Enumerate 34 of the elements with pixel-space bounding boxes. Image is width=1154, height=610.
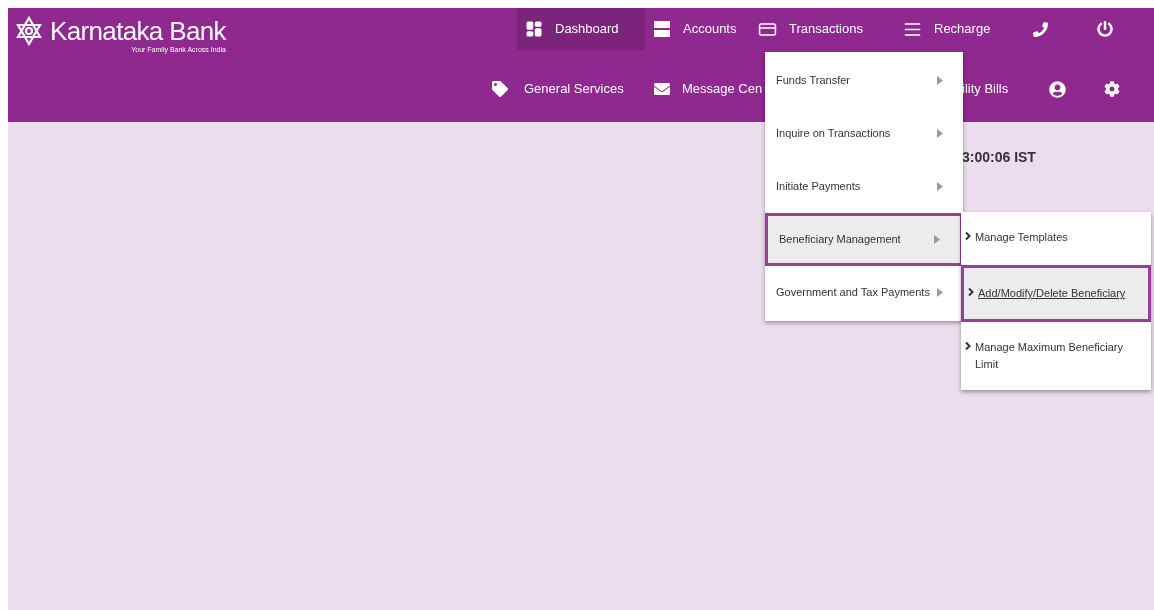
nav-tab[interactable]: Recharge — [895, 8, 1005, 50]
phone-icon — [1032, 21, 1048, 37]
caret-icon — [937, 182, 943, 191]
menu-item[interactable]: Initiate Payments — [765, 160, 963, 213]
bank-name: Karnataka Bank — [50, 16, 226, 46]
nav-tab[interactable]: Transactions — [750, 8, 895, 50]
caret-icon — [937, 129, 943, 138]
nav-link[interactable]: ility Bills — [962, 79, 1032, 99]
star-logo-icon — [16, 16, 42, 46]
menu-item[interactable]: Funds Transfer — [765, 54, 963, 107]
nav-link[interactable]: Message Cen — [654, 79, 765, 99]
caret-icon — [937, 288, 943, 297]
dashboard-icon — [525, 20, 543, 38]
submenu-item[interactable]: Manage Templates — [961, 212, 1151, 265]
chevron-icon — [968, 288, 974, 296]
stacked-panels-icon — [653, 20, 671, 38]
chevron-icon — [965, 232, 971, 240]
menu-item[interactable]: Beneficiary Management — [765, 213, 963, 266]
menu-item[interactable]: Government and Tax Payments — [765, 266, 963, 319]
nav-tab[interactable]: Dashboard — [517, 8, 645, 50]
caret-icon — [937, 76, 943, 85]
settings-icon — [1104, 81, 1120, 97]
power-icon — [1097, 21, 1113, 37]
submenu-item[interactable]: Add/Modify/Delete Beneficiary — [961, 265, 1151, 322]
caret-icon — [934, 235, 940, 244]
clock-text: 3:00:06 IST — [962, 148, 1036, 167]
submenu-item[interactable]: Manage Maximum Beneficiary Limit — [961, 322, 1151, 390]
menu-item[interactable]: Inquire on Transactions — [765, 107, 963, 160]
nav-link[interactable]: General Services — [484, 79, 654, 99]
user-icon — [1048, 80, 1066, 98]
mail-icon — [654, 81, 670, 97]
chevron-icon — [965, 342, 971, 350]
nav-tab[interactable]: Accounts — [645, 8, 750, 50]
tag-icon — [492, 81, 508, 97]
